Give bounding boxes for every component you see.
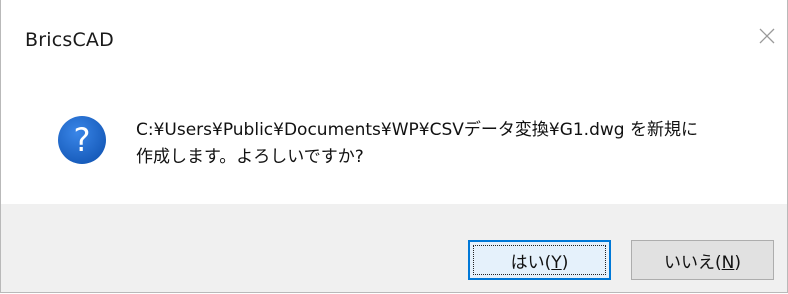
yes-button[interactable]: はい(Y) (468, 240, 611, 280)
close-icon (759, 28, 775, 44)
message-line-1: C:¥Users¥Public¥Documents¥WP¥CSVデータ変換¥G1… (136, 120, 698, 140)
no-button[interactable]: いいえ(N) (631, 240, 774, 280)
yes-button-label: はい(Y) (510, 252, 569, 273)
message-line-2: 作成します。よろしいですか? (136, 147, 364, 167)
window-title: BricsCAD (25, 29, 114, 51)
dialog-content: ? C:¥Users¥Public¥Documents¥WP¥CSVデータ変換¥… (1, 70, 787, 204)
question-icon: ? (58, 116, 106, 164)
button-bar: はい(Y) いいえ(N) (1, 204, 787, 292)
message-dialog: BricsCAD ? C:¥Users¥Public¥Documents¥WP¥… (0, 0, 788, 293)
title-bar: BricsCAD (1, 0, 787, 70)
message-text: C:¥Users¥Public¥Documents¥WP¥CSVデータ変換¥G1… (136, 117, 776, 171)
no-button-label: いいえ(N) (664, 252, 741, 273)
close-button[interactable] (749, 18, 785, 54)
svg-text:?: ? (74, 121, 91, 159)
